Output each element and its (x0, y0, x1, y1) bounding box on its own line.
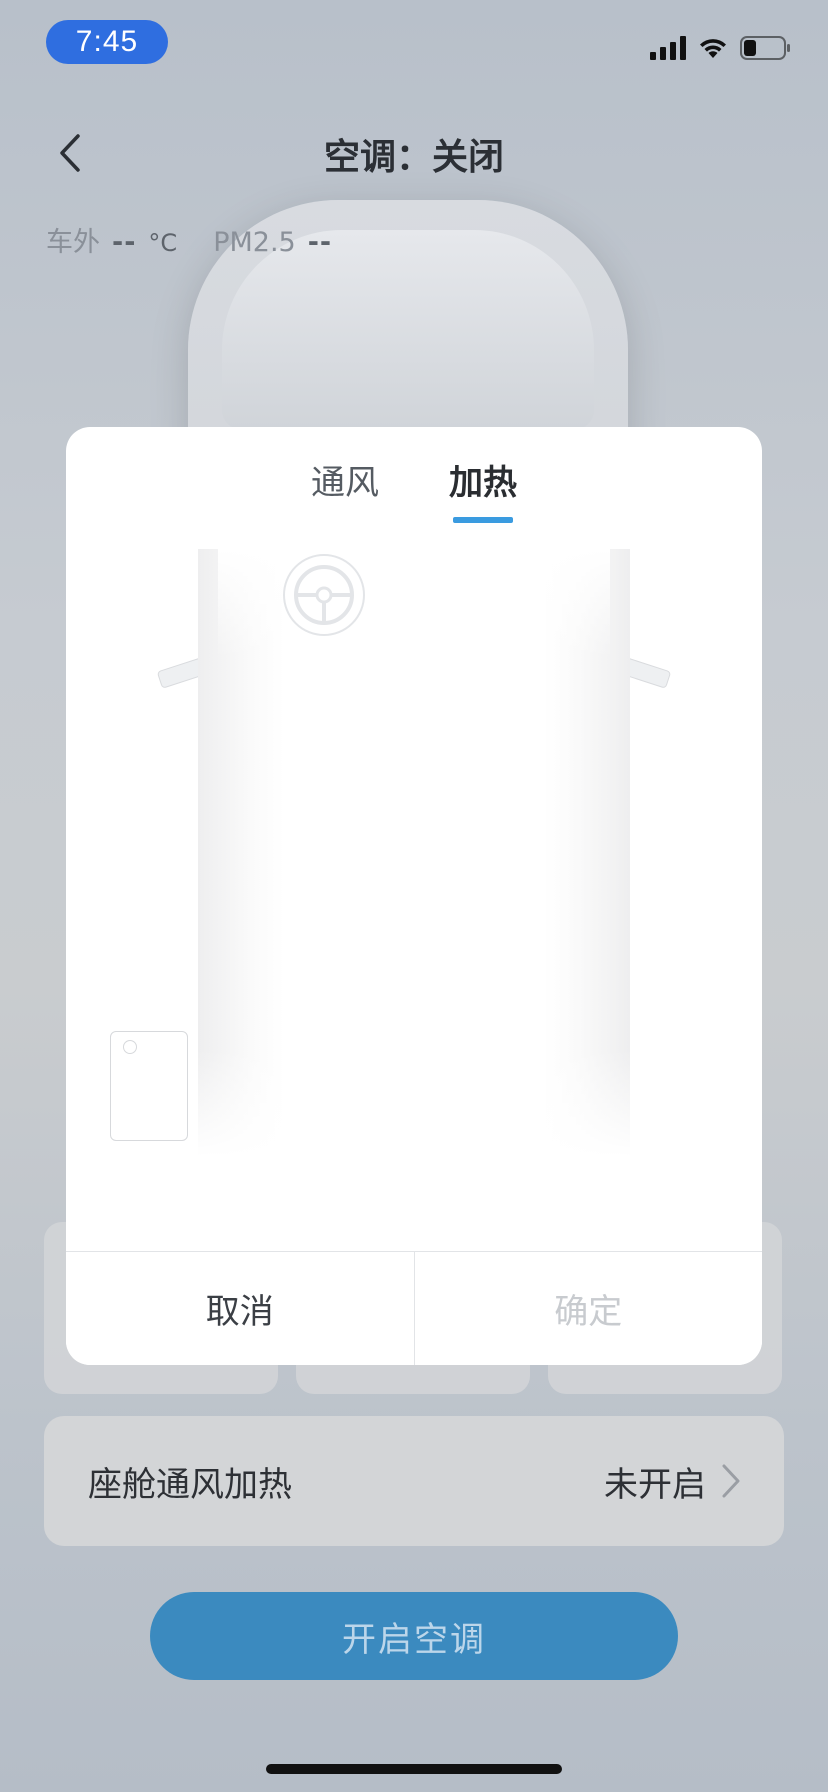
steering-wheel-icon (283, 554, 365, 636)
seat-indicator-icon (123, 1040, 137, 1054)
seat-heating-zone[interactable] (110, 1031, 188, 1141)
cabin-ventilation-heating-row[interactable]: 座舱通风加热 未开启 (44, 1416, 784, 1546)
home-indicator (266, 1764, 562, 1774)
car-windshield-background (222, 230, 594, 430)
tab-ventilation[interactable]: 通风 (311, 427, 379, 537)
seat-mode-tabs: 通风 加热 (66, 427, 762, 537)
outside-temperature-label: 车外 (46, 227, 100, 258)
environment-info: 车外 -- °C PM2.5 -- (46, 220, 332, 259)
car-top-view (188, 549, 640, 1169)
outside-temperature: 车外 -- °C (46, 220, 177, 259)
seat-climate-modal: 通风 加热 取消 确定 (66, 427, 762, 1365)
pm25-info: PM2.5 -- (213, 227, 332, 258)
status-icons (650, 34, 792, 62)
outside-temperature-value: -- (112, 227, 137, 258)
chevron-right-icon (722, 1464, 740, 1498)
cellular-signal-icon (650, 36, 686, 60)
cabin-ventilation-heating-label: 座舱通风加热 (88, 1464, 292, 1505)
battery-icon (740, 36, 790, 60)
tab-heating[interactable]: 加热 (449, 427, 517, 537)
cabin-ventilation-heating-status: 未开启 (604, 1464, 706, 1505)
modal-footer: 取消 确定 (66, 1251, 762, 1365)
start-ac-button[interactable]: 开启空调 (150, 1592, 678, 1680)
outside-temperature-unit: °C (148, 229, 178, 257)
pm25-label: PM2.5 (213, 227, 296, 258)
pm25-value: -- (307, 227, 333, 258)
cancel-button[interactable]: 取消 (66, 1252, 415, 1365)
page-title: 空调：关闭 (323, 137, 504, 178)
confirm-button[interactable]: 确定 (414, 1252, 762, 1365)
status-time: 7:45 (46, 20, 168, 64)
wifi-icon (700, 39, 726, 58)
